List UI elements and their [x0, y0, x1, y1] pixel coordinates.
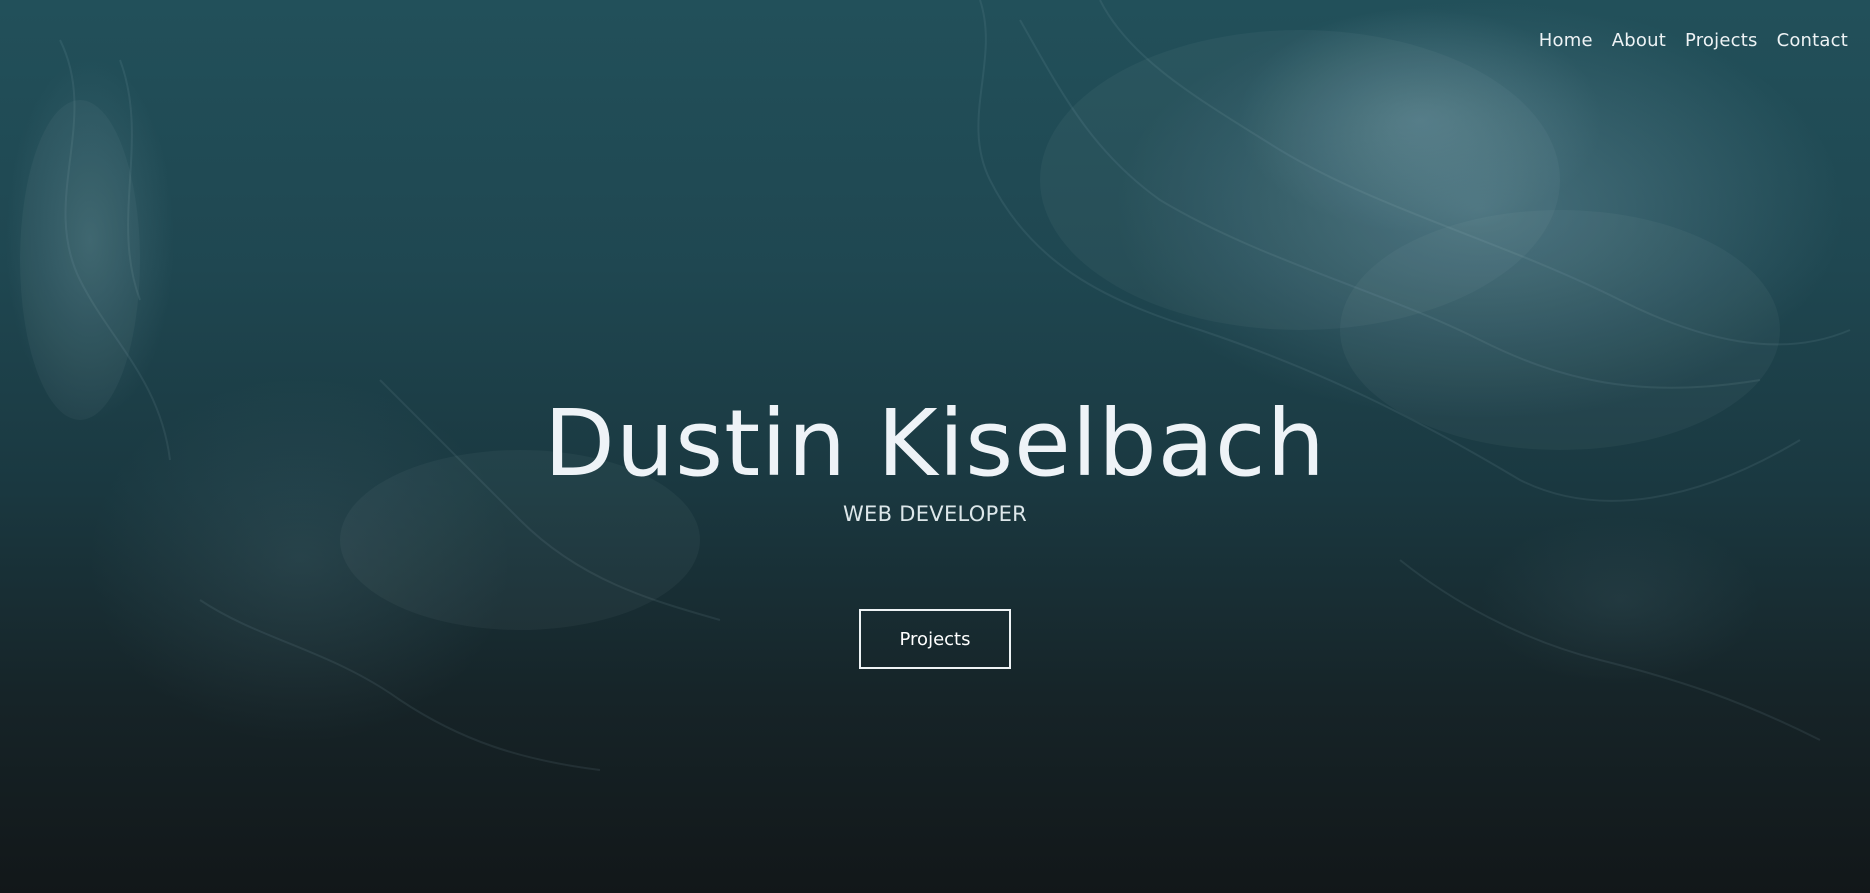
nav-link-projects[interactable]: Projects [1685, 30, 1758, 51]
main-nav: Home About Projects Contact [1539, 30, 1848, 51]
nav-link-about[interactable]: About [1612, 30, 1666, 51]
nav-link-contact[interactable]: Contact [1777, 30, 1848, 51]
hero-name: Dustin Kiselbach [544, 390, 1326, 497]
hero-role: WEB DEVELOPER [842, 502, 1028, 526]
projects-button[interactable]: Projects [859, 609, 1011, 669]
hero-section: Home About Projects Contact Dustin Kisel… [0, 0, 1870, 893]
hero-content: Dustin Kiselbach WEB DEVELOPER [0, 388, 1870, 526]
nav-link-home[interactable]: Home [1539, 30, 1593, 51]
